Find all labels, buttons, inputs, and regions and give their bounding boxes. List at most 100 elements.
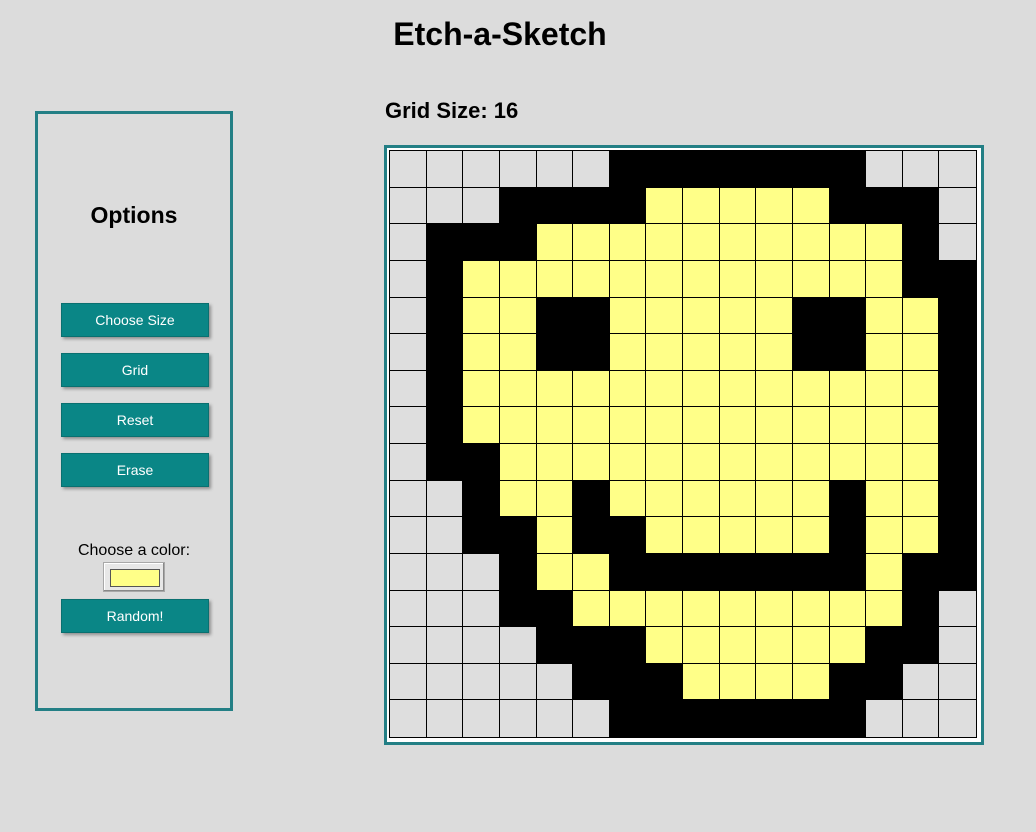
grid-cell[interactable] xyxy=(536,224,574,261)
grid-cell[interactable] xyxy=(499,407,537,444)
grid-cell[interactable] xyxy=(939,297,976,335)
erase-button[interactable]: Erase xyxy=(61,453,209,487)
color-picker-input[interactable] xyxy=(103,562,165,592)
grid-cell[interactable] xyxy=(499,187,537,225)
grid-cell[interactable] xyxy=(609,334,647,371)
grid-cell[interactable] xyxy=(536,480,574,518)
grid-cell[interactable] xyxy=(939,444,976,481)
grid-cell[interactable] xyxy=(609,224,647,261)
grid-cell[interactable] xyxy=(573,480,610,518)
grid-cell[interactable] xyxy=(902,517,940,554)
grid-cell[interactable] xyxy=(829,627,867,664)
sketch-grid[interactable] xyxy=(389,150,977,738)
grid-cell[interactable] xyxy=(792,517,830,554)
grid-cell[interactable] xyxy=(683,553,720,591)
grid-cell[interactable] xyxy=(683,187,720,225)
grid-cell[interactable] xyxy=(756,663,793,701)
grid-cell[interactable] xyxy=(939,553,976,591)
grid-cell[interactable] xyxy=(426,187,464,225)
grid-cell[interactable] xyxy=(829,370,867,408)
grid-cell[interactable] xyxy=(426,553,464,591)
grid-cell[interactable] xyxy=(646,444,683,481)
grid-cell[interactable] xyxy=(902,334,940,371)
grid-cell[interactable] xyxy=(573,627,610,664)
grid-cell[interactable] xyxy=(866,187,903,225)
grid-cell[interactable] xyxy=(683,627,720,664)
grid-cell[interactable] xyxy=(939,187,976,225)
grid-cell[interactable] xyxy=(646,663,683,701)
grid-cell[interactable] xyxy=(866,663,903,701)
grid-cell[interactable] xyxy=(573,700,610,737)
grid-cell[interactable] xyxy=(683,517,720,554)
grid-cell[interactable] xyxy=(536,334,574,371)
grid-cell[interactable] xyxy=(683,370,720,408)
grid-cell[interactable] xyxy=(829,517,867,554)
grid-cell[interactable] xyxy=(902,151,940,188)
grid-cell[interactable] xyxy=(573,407,610,444)
grid-cell[interactable] xyxy=(829,407,867,444)
grid-cell[interactable] xyxy=(939,151,976,188)
grid-cell[interactable] xyxy=(719,407,757,444)
grid-cell[interactable] xyxy=(536,663,574,701)
grid-cell[interactable] xyxy=(719,663,757,701)
grid-cell[interactable] xyxy=(609,407,647,444)
grid-cell[interactable] xyxy=(390,334,427,371)
grid-cell[interactable] xyxy=(390,187,427,225)
grid-cell[interactable] xyxy=(390,370,427,408)
grid-cell[interactable] xyxy=(646,700,683,737)
grid-cell[interactable] xyxy=(756,627,793,664)
grid-cell[interactable] xyxy=(390,224,427,261)
grid-cell[interactable] xyxy=(683,700,720,737)
grid-cell[interactable] xyxy=(866,444,903,481)
grid-cell[interactable] xyxy=(426,370,464,408)
grid-cell[interactable] xyxy=(719,553,757,591)
grid-cell[interactable] xyxy=(536,297,574,335)
grid-cell[interactable] xyxy=(719,700,757,737)
grid-cell[interactable] xyxy=(463,260,500,298)
grid-cell[interactable] xyxy=(683,663,720,701)
grid-cell[interactable] xyxy=(573,224,610,261)
grid-cell[interactable] xyxy=(536,590,574,628)
grid-cell[interactable] xyxy=(573,663,610,701)
grid-cell[interactable] xyxy=(426,444,464,481)
grid-cell[interactable] xyxy=(683,407,720,444)
grid-cell[interactable] xyxy=(463,663,500,701)
grid-cell[interactable] xyxy=(829,444,867,481)
grid-cell[interactable] xyxy=(499,444,537,481)
grid-cell[interactable] xyxy=(792,553,830,591)
grid-cell[interactable] xyxy=(646,151,683,188)
grid-cell[interactable] xyxy=(463,700,500,737)
grid-cell[interactable] xyxy=(536,553,574,591)
grid-cell[interactable] xyxy=(829,187,867,225)
grid-cell[interactable] xyxy=(902,260,940,298)
grid-cell[interactable] xyxy=(646,187,683,225)
grid-cell[interactable] xyxy=(792,444,830,481)
grid-cell[interactable] xyxy=(426,663,464,701)
grid-cell[interactable] xyxy=(719,590,757,628)
grid-cell[interactable] xyxy=(756,260,793,298)
grid-cell[interactable] xyxy=(390,444,427,481)
grid-cell[interactable] xyxy=(756,297,793,335)
grid-cell[interactable] xyxy=(683,224,720,261)
grid-cell[interactable] xyxy=(573,151,610,188)
grid-cell[interactable] xyxy=(756,187,793,225)
grid-cell[interactable] xyxy=(463,627,500,664)
grid-cell[interactable] xyxy=(829,553,867,591)
grid-cell[interactable] xyxy=(792,297,830,335)
grid-cell[interactable] xyxy=(499,370,537,408)
grid-cell[interactable] xyxy=(719,517,757,554)
grid-cell[interactable] xyxy=(829,480,867,518)
grid-cell[interactable] xyxy=(390,260,427,298)
grid-cell[interactable] xyxy=(866,553,903,591)
grid-cell[interactable] xyxy=(866,297,903,335)
grid-cell[interactable] xyxy=(902,407,940,444)
grid-cell[interactable] xyxy=(719,444,757,481)
grid-cell[interactable] xyxy=(939,627,976,664)
grid-cell[interactable] xyxy=(646,407,683,444)
grid-cell[interactable] xyxy=(499,517,537,554)
grid-cell[interactable] xyxy=(683,260,720,298)
grid-cell[interactable] xyxy=(573,187,610,225)
grid-cell[interactable] xyxy=(499,334,537,371)
grid-cell[interactable] xyxy=(719,151,757,188)
grid-cell[interactable] xyxy=(499,260,537,298)
